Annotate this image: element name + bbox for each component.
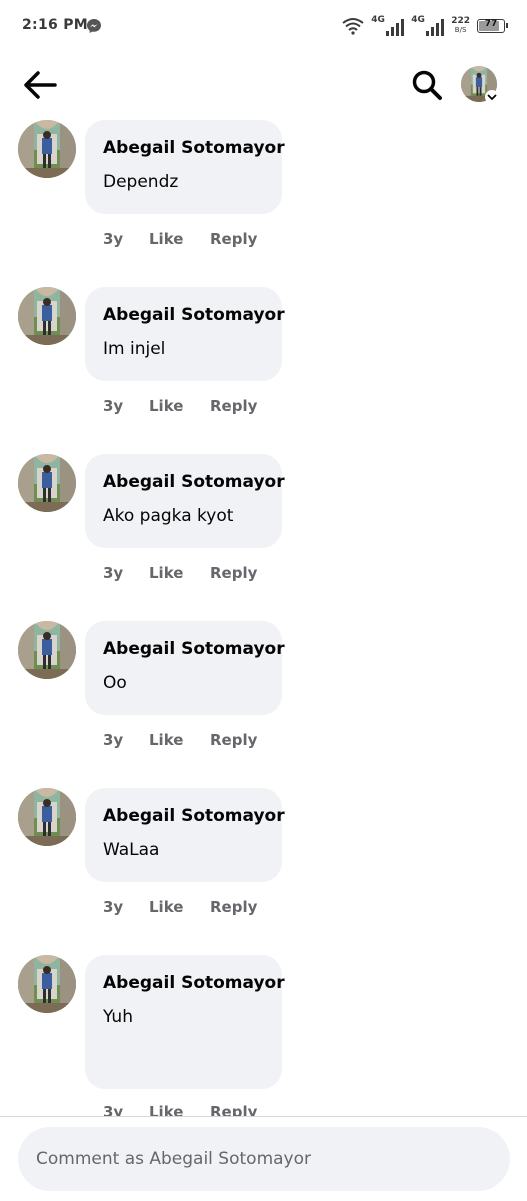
arrow-left-icon <box>24 71 57 99</box>
comment-actions: 3y Like Reply <box>103 564 257 582</box>
comment-author[interactable]: Abegail Sotomayor <box>103 806 285 826</box>
comment-bubble[interactable]: Abegail Sotomayor Oo <box>85 621 285 715</box>
avatar[interactable] <box>18 287 76 345</box>
signal-icon: 4G <box>371 15 405 36</box>
comment-item: Abegail Sotomayor Ako pagka kyot 3y Like… <box>0 452 527 619</box>
comment-author[interactable]: Abegail Sotomayor <box>103 305 285 325</box>
like-button[interactable]: Like <box>149 564 210 582</box>
comment-actions: 3y Like Reply <box>103 1103 257 1116</box>
comment-actions: 3y Like Reply <box>103 397 257 415</box>
comment-author[interactable]: Abegail Sotomayor <box>103 138 285 158</box>
comment-bubble[interactable]: Abegail Sotomayor WaLaa <box>85 788 285 882</box>
comment-actions: 3y Like Reply <box>103 230 257 248</box>
status-icons: 4G 4G 222 B/S 77 <box>342 14 508 38</box>
comment-actions: 3y Like Reply <box>103 731 257 749</box>
battery-icon: 77 <box>477 19 508 33</box>
reply-button[interactable]: Reply <box>210 230 257 248</box>
comment-text: Dependz <box>103 172 179 192</box>
comment-item: Abegail Sotomayor WaLaa 3y Like Reply <box>0 786 527 953</box>
comment-time: 3y <box>103 564 124 582</box>
comment-item: Abegail Sotomayor Yuh 3y Like Reply <box>0 953 527 1116</box>
reply-button[interactable]: Reply <box>210 1103 257 1116</box>
comment-list: Abegail Sotomayor Dependz 3y Like Reply … <box>0 118 527 1116</box>
avatar[interactable] <box>18 621 76 679</box>
comment-text: Im injel <box>103 339 166 359</box>
comment-item: Abegail Sotomayor Dependz 3y Like Reply <box>0 118 527 285</box>
like-button[interactable]: Like <box>149 1103 210 1116</box>
like-button[interactable]: Like <box>149 731 210 749</box>
signal-icon: 4G <box>411 15 445 36</box>
comment-time: 3y <box>103 230 124 248</box>
like-button[interactable]: Like <box>149 397 210 415</box>
status-bar: 2:16 PM 4G 4G 222 B/S 77 <box>0 0 527 52</box>
wifi-icon <box>342 18 364 35</box>
avatar[interactable] <box>18 120 76 178</box>
avatar[interactable] <box>18 955 76 1013</box>
comment-time: 3y <box>103 1103 124 1116</box>
comment-item: Abegail Sotomayor Im injel 3y Like Reply <box>0 285 527 452</box>
messenger-icon <box>87 19 101 33</box>
profile-menu-button[interactable] <box>461 66 501 106</box>
chevron-down-icon <box>485 90 499 104</box>
comment-item: Abegail Sotomayor Oo 3y Like Reply <box>0 619 527 786</box>
avatar[interactable] <box>18 454 76 512</box>
comment-input[interactable]: Comment as Abegail Sotomayor <box>18 1127 510 1191</box>
reply-button[interactable]: Reply <box>210 731 257 749</box>
comment-text: Oo <box>103 673 127 693</box>
comment-bubble[interactable]: Abegail Sotomayor Ako pagka kyot <box>85 454 285 548</box>
network-speed: 222 B/S <box>451 16 470 35</box>
comment-author[interactable]: Abegail Sotomayor <box>103 973 285 993</box>
comment-text: Ako pagka kyot <box>103 506 234 526</box>
back-button[interactable] <box>20 65 60 105</box>
comment-text: Yuh <box>103 1007 133 1027</box>
search-button[interactable] <box>407 67 447 103</box>
reply-button[interactable]: Reply <box>210 397 257 415</box>
avatar[interactable] <box>18 788 76 846</box>
header <box>0 55 527 115</box>
comment-actions: 3y Like Reply <box>103 898 257 916</box>
status-time: 2:16 PM <box>22 17 88 33</box>
like-button[interactable]: Like <box>149 230 210 248</box>
comment-author[interactable]: Abegail Sotomayor <box>103 639 285 659</box>
comment-bubble[interactable]: Abegail Sotomayor Im injel <box>85 287 285 381</box>
search-icon <box>412 70 442 100</box>
reply-button[interactable]: Reply <box>210 564 257 582</box>
comment-composer-bar: Comment as Abegail Sotomayor <box>0 1116 527 1201</box>
like-button[interactable]: Like <box>149 898 210 916</box>
comment-bubble[interactable]: Abegail Sotomayor Dependz <box>85 120 285 214</box>
comment-bubble[interactable]: Abegail Sotomayor Yuh <box>85 955 285 1089</box>
comment-text: WaLaa <box>103 840 160 860</box>
comment-time: 3y <box>103 898 124 916</box>
comment-time: 3y <box>103 731 124 749</box>
comment-author[interactable]: Abegail Sotomayor <box>103 472 285 492</box>
reply-button[interactable]: Reply <box>210 898 257 916</box>
comment-time: 3y <box>103 397 124 415</box>
